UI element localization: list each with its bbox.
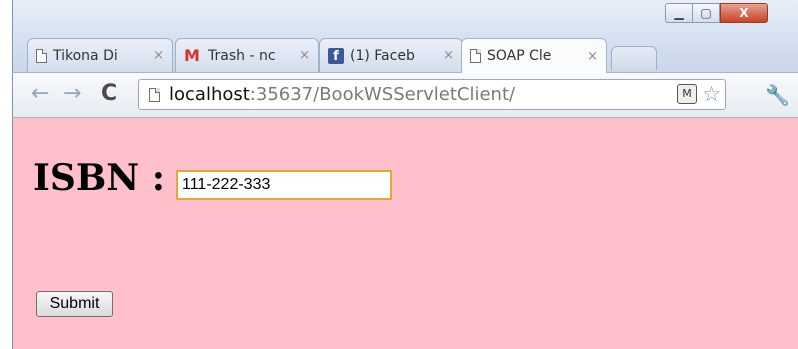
extension-icon[interactable]: M [677, 84, 697, 104]
facebook-icon: f [328, 47, 344, 64]
url-text[interactable]: localhost:35637/BookWSServletClient/ [169, 84, 515, 105]
tab-close-icon[interactable]: × [443, 48, 454, 63]
tab-close-icon[interactable]: × [153, 48, 164, 63]
tab-soap-client[interactable]: SOAP Cle × [461, 38, 607, 73]
page-icon [470, 49, 481, 63]
submit-button[interactable]: Submit [36, 291, 113, 317]
tab-facebook[interactable]: f (1) Faceb × [319, 38, 463, 72]
url-host: localhost [169, 84, 250, 105]
reload-icon[interactable]: C [101, 81, 117, 107]
page-icon [149, 87, 160, 102]
address-bar[interactable]: localhost:35637/BookWSServletClient/ M ☆ [138, 79, 726, 110]
back-arrow-icon[interactable]: ← [31, 81, 49, 107]
page-content: ISBN : Submit [12, 118, 798, 349]
close-window-button[interactable]: X [720, 3, 768, 23]
tab-title: SOAP Cle [487, 48, 552, 64]
tab-close-icon[interactable]: × [299, 48, 310, 63]
gmail-icon: M [184, 45, 200, 65]
tab-gmail-trash[interactable]: M Trash - nc × [175, 38, 319, 72]
url-path: :35637/BookWSServletClient/ [249, 84, 516, 105]
isbn-input[interactable] [176, 170, 392, 200]
maximize-button[interactable]: ▢ [693, 3, 720, 23]
page-icon [36, 48, 47, 63]
browser-toolbar: ← → C localhost:35637/BookWSServletClien… [12, 72, 798, 118]
wrench-icon[interactable]: 🔧 [765, 83, 790, 107]
bookmark-star-icon[interactable]: ☆ [702, 81, 721, 107]
browser-window: ▁ ▢ X Tikona Di × M Trash - nc × f (1) F… [12, 0, 798, 349]
tab-title: Trash - nc [208, 47, 276, 64]
isbn-label: ISBN : [33, 157, 165, 199]
tab-strip: ▁ ▢ X Tikona Di × M Trash - nc × f (1) F… [12, 0, 798, 73]
tab-title: (1) Faceb [350, 47, 415, 64]
tab-tikona[interactable]: Tikona Di × [27, 38, 173, 72]
new-tab-button[interactable] [611, 46, 657, 70]
tab-title: Tikona Di [53, 47, 118, 64]
forward-arrow-icon[interactable]: → [63, 81, 81, 107]
minimize-button[interactable]: ▁ [665, 3, 693, 23]
tab-close-icon[interactable]: × [587, 49, 598, 64]
